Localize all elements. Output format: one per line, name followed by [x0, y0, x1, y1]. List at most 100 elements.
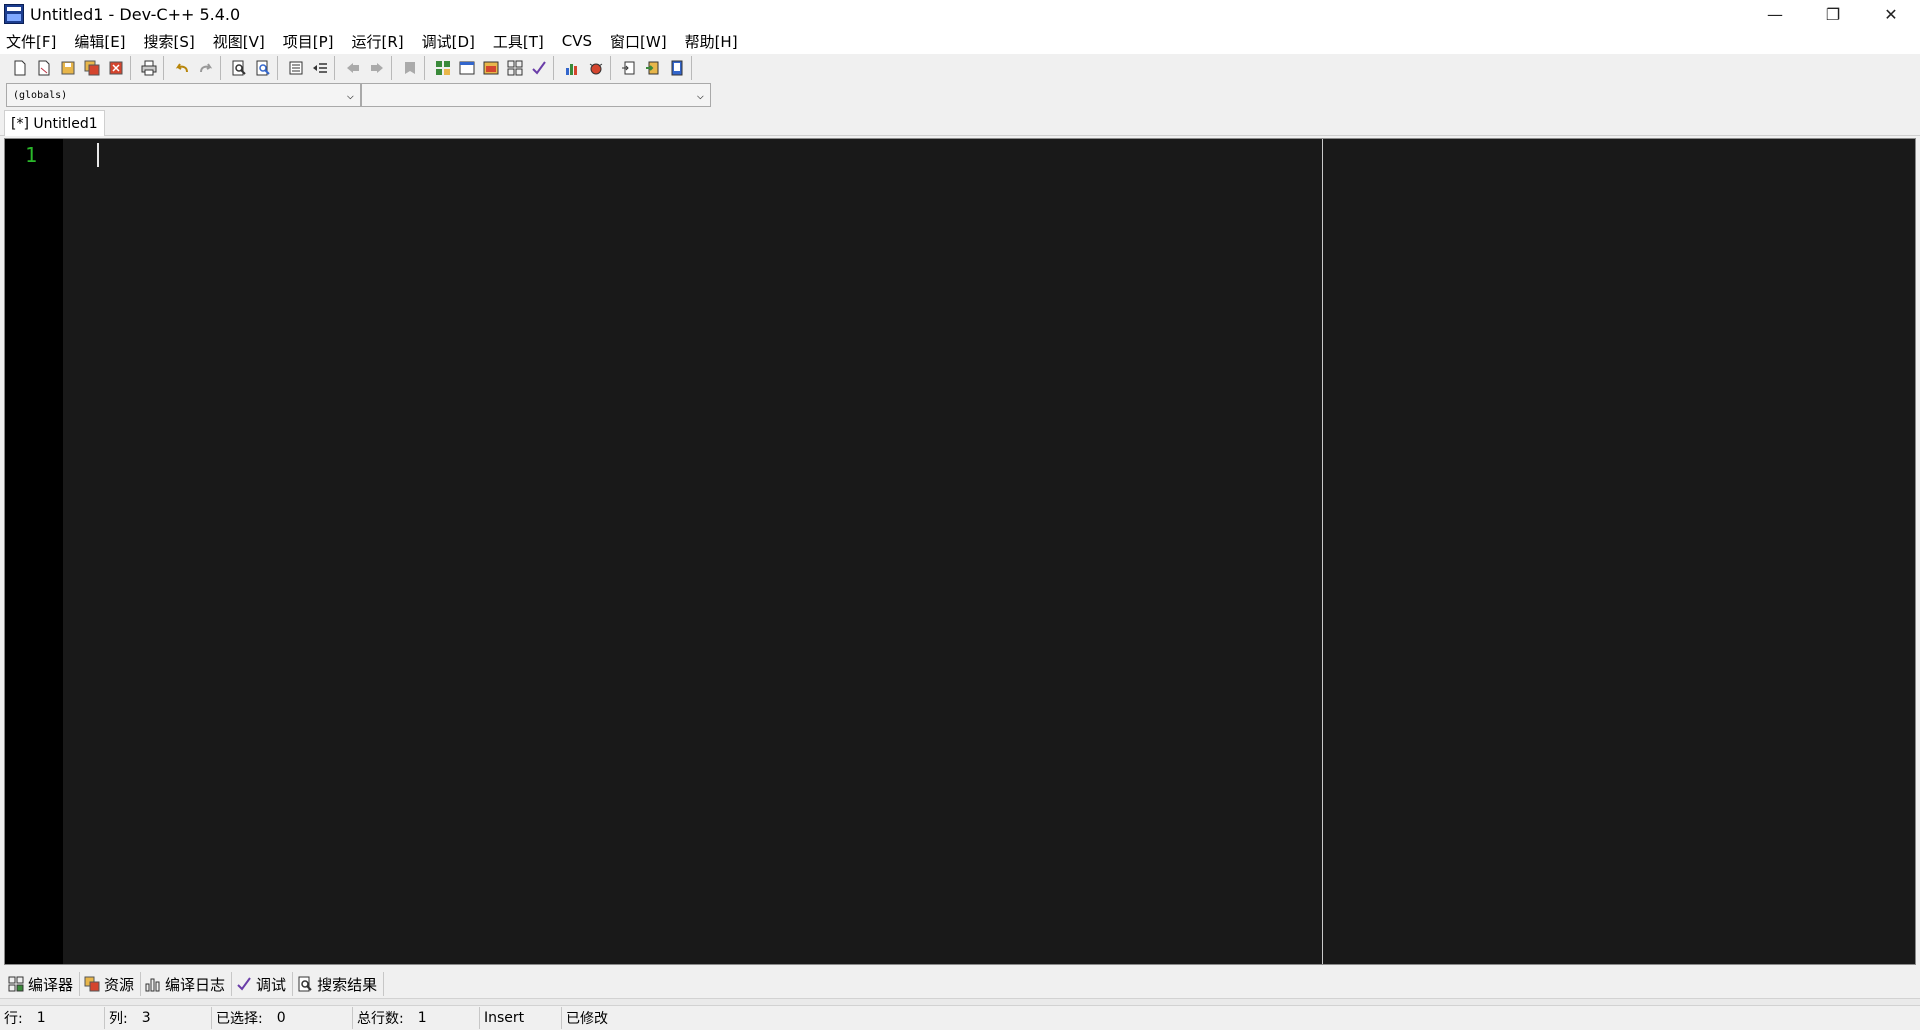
save-icon[interactable] [58, 58, 78, 78]
new-file-icon[interactable] [10, 58, 30, 78]
replace-icon[interactable] [253, 58, 273, 78]
status-row-value: 1 [36, 1010, 46, 1026]
run-icon[interactable] [457, 58, 477, 78]
status-selected: 已选择: 0 [212, 1007, 353, 1029]
status-sel-label: 已选择: [216, 1011, 263, 1027]
project-toolbar-group [615, 56, 692, 80]
title-bar: Untitled1 - Dev-C++ 5.4.0 — ❐ ✕ [0, 0, 1920, 28]
toggle-bookmark-icon[interactable] [400, 58, 420, 78]
resources-icon [84, 976, 100, 992]
tab-debug[interactable]: 调试 [232, 972, 294, 996]
minimize-button[interactable]: — [1746, 0, 1804, 28]
syntax-check-icon[interactable] [529, 58, 549, 78]
file-toolbar-group [6, 56, 131, 80]
menu-help[interactable]: 帮助[H] [685, 31, 738, 52]
devcpp-app-icon[interactable] [4, 4, 24, 24]
status-bar: 行: 1 列: 3 已选择: 0 总行数: 1 Insert 已修改 [0, 1006, 1920, 1030]
close-button[interactable]: ✕ [1862, 0, 1920, 28]
status-row-label: 行: [4, 1011, 23, 1027]
menu-project[interactable]: 项目[P] [283, 31, 334, 52]
tab-search-results[interactable]: 搜索结果 [293, 972, 385, 996]
tab-compiler-label: 编译器 [28, 975, 74, 994]
find-icon[interactable] [229, 58, 249, 78]
chevron-down-icon: ⌵ [696, 88, 704, 102]
redo-icon[interactable] [196, 58, 216, 78]
indent-icon[interactable] [286, 58, 306, 78]
window-title: Untitled1 - Dev-C++ 5.4.0 [30, 4, 241, 24]
status-modified-value: 已修改 [566, 1011, 608, 1027]
menu-tools[interactable]: 工具[T] [493, 31, 544, 52]
profile-chart-icon[interactable] [562, 58, 582, 78]
menu-debug[interactable]: 调试[D] [422, 31, 475, 52]
chart-icon [145, 978, 160, 992]
rebuild-all-icon[interactable] [505, 58, 525, 78]
back-icon[interactable] [343, 58, 363, 78]
editor-tab-bar: [*] Untitled1 [0, 110, 1920, 136]
menu-cvs[interactable]: CVS [562, 32, 592, 50]
status-col-value: 3 [141, 1010, 151, 1026]
project-options-icon[interactable] [667, 58, 687, 78]
main-toolbar [0, 54, 1920, 82]
indent-toolbar-group [282, 56, 335, 80]
search-icon [298, 976, 312, 992]
menu-window[interactable]: 窗口[W] [610, 31, 667, 52]
status-modified: 已修改 [562, 1007, 762, 1029]
unindent-icon[interactable] [310, 58, 330, 78]
right-margin-line [1322, 139, 1323, 964]
chevron-down-icon: ⌵ [346, 88, 354, 102]
restore-button[interactable]: ❐ [1804, 0, 1862, 28]
menu-edit[interactable]: 编辑[E] [74, 31, 125, 52]
open-file-icon[interactable] [34, 58, 54, 78]
menu-bar: 文件[F] 编辑[E] 搜索[S] 视图[V] 项目[P] 运行[R] 调试[D… [0, 28, 1920, 54]
tab-resources-label: 资源 [104, 975, 135, 994]
undo-icon[interactable] [172, 58, 192, 78]
compiler-icon [8, 976, 24, 992]
status-total-value: 1 [417, 1010, 427, 1026]
bottom-panel-tabs: 编译器 资源 编译日志 调试 搜索结果 [4, 972, 385, 996]
status-col: 列: 3 [105, 1007, 212, 1029]
status-sel-value: 0 [276, 1010, 286, 1026]
compile-toolbar-group [429, 56, 554, 80]
menu-file[interactable]: 文件[F] [6, 31, 56, 52]
navigate-toolbar-group [339, 56, 392, 80]
menu-search[interactable]: 搜索[S] [144, 31, 195, 52]
scope-select[interactable]: (globals) ⌵ [6, 83, 361, 107]
status-mode-value: Insert [484, 1010, 525, 1026]
close-file-icon[interactable] [106, 58, 126, 78]
print-toolbar-group [135, 56, 164, 80]
panel-splitter[interactable] [0, 998, 1920, 1006]
status-total-lines: 总行数: 1 [353, 1007, 480, 1029]
status-total-label: 总行数: [357, 1011, 404, 1027]
insert-project-icon[interactable] [643, 58, 663, 78]
bookmark-toolbar-group [396, 56, 425, 80]
menu-view[interactable]: 视图[V] [213, 31, 265, 52]
save-all-icon[interactable] [82, 58, 102, 78]
class-browser-selectors: (globals) ⌵ ⌵ [6, 83, 711, 107]
tab-compile-log-label: 编译日志 [165, 975, 226, 994]
compile-run-icon[interactable] [481, 58, 501, 78]
line-number-gutter: 1 [5, 139, 63, 964]
tab-label: [*] Untitled1 [11, 115, 98, 132]
tab-compiler[interactable]: 编译器 [4, 972, 81, 996]
debug-bug-icon[interactable] [586, 58, 606, 78]
find-toolbar-group [225, 56, 278, 80]
new-project-icon[interactable] [619, 58, 639, 78]
code-text-area[interactable] [63, 139, 1915, 964]
tab-untitled1[interactable]: [*] Untitled1 [4, 110, 105, 136]
scope-select-value: (globals) [13, 89, 68, 101]
tab-resources[interactable]: 资源 [80, 972, 142, 996]
compile-icon[interactable] [433, 58, 453, 78]
member-select[interactable]: ⌵ [361, 83, 711, 107]
debug-toolbar-group [558, 56, 611, 80]
print-icon[interactable] [139, 58, 159, 78]
code-editor[interactable]: 1 [4, 138, 1916, 965]
check-icon [237, 977, 251, 991]
menu-run[interactable]: 运行[R] [351, 31, 403, 52]
tab-compile-log[interactable]: 编译日志 [141, 972, 233, 996]
tab-search-results-label: 搜索结果 [317, 975, 378, 994]
status-insert-mode: Insert [480, 1007, 562, 1029]
forward-icon[interactable] [367, 58, 387, 78]
undo-toolbar-group [168, 56, 221, 80]
tab-debug-label: 调试 [256, 975, 287, 994]
text-caret [97, 143, 99, 167]
